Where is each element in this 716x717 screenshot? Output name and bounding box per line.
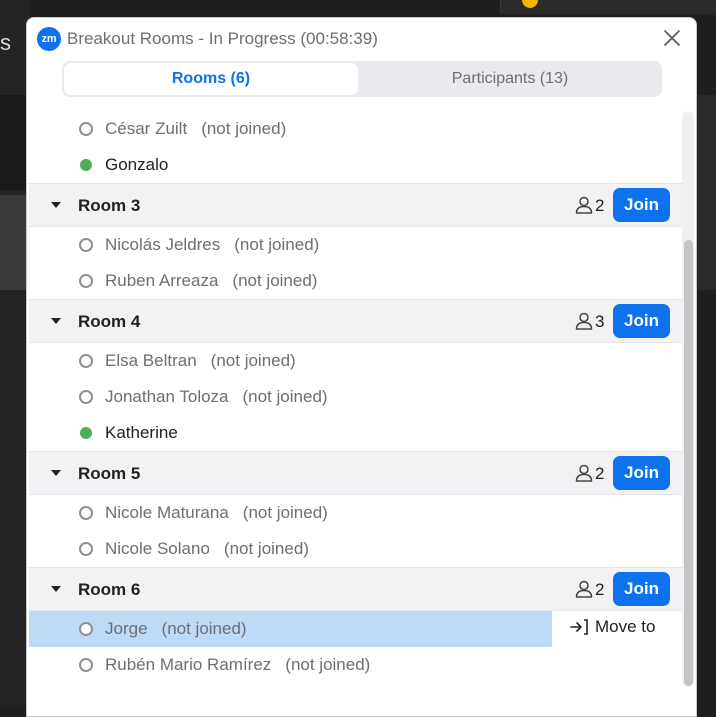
participant-name: Ruben Arreaza (not joined) [105, 271, 317, 291]
join-room-button[interactable]: Join [613, 456, 670, 490]
participant-name: Nicole Maturana (not joined) [105, 503, 328, 523]
participant-status: (not joined) [232, 271, 318, 290]
room-name: Room 3 [78, 196, 141, 215]
move-to-icon [570, 619, 588, 635]
participant-name: Rubén Mario Ramírez (not joined) [105, 655, 370, 675]
participant-name: Jorge (not joined) [105, 619, 247, 639]
close-icon[interactable] [662, 28, 682, 48]
room-header[interactable]: Room 3 2 Join [29, 183, 682, 227]
room-header[interactable]: Room 5 2 Join [29, 451, 682, 495]
participant-name-text: Jorge [105, 619, 148, 638]
participant-name-text: Jonathan Toloza [105, 387, 229, 406]
participant-row[interactable]: Jorge (not joined) [29, 611, 552, 647]
participant-name: Katherine [105, 423, 178, 443]
participant-name: Gonzalo [105, 155, 168, 175]
caret-down-icon[interactable] [51, 586, 61, 592]
room-name: Room 6 [78, 580, 141, 599]
tab-rooms[interactable]: Rooms (6) [64, 63, 358, 95]
participant-name-text: Nicole Maturana [105, 503, 229, 522]
room-header[interactable]: Room 4 3 Join [29, 299, 682, 343]
participant-name-text: Nicolás Jeldres [105, 235, 221, 254]
join-room-button[interactable]: Join [613, 572, 670, 606]
not-joined-status-dot-icon [79, 390, 93, 404]
participant-name: César Zuilt (not joined) [105, 119, 286, 139]
window-title: Breakout Rooms - In Progress (00:58:39) [67, 29, 378, 48]
participant-name-text: Gonzalo [105, 155, 169, 174]
not-joined-status-dot-icon [79, 354, 93, 368]
participant-name: Elsa Beltran (not joined) [105, 351, 296, 371]
participant-status: (not joined) [201, 119, 287, 138]
participant-row[interactable]: Rubén Mario Ramírez (not joined) [29, 647, 682, 683]
room-name: Room 5 [78, 464, 141, 483]
participant-name: Nicolás Jeldres (not joined) [105, 235, 319, 255]
room-participant-count: 2 [595, 196, 605, 215]
room-name: Room 4 [78, 312, 141, 331]
zoom-logo-icon: zm [37, 27, 61, 51]
not-joined-status-dot-icon [79, 238, 93, 252]
caret-down-icon[interactable] [51, 318, 61, 324]
background-text: s [0, 30, 11, 55]
not-joined-status-dot-icon [79, 274, 93, 288]
caret-down-icon[interactable] [51, 202, 61, 208]
tab-participants[interactable]: Participants (13) [360, 63, 660, 95]
caret-down-icon[interactable] [51, 470, 61, 476]
person-icon [574, 579, 594, 599]
room-participant-count: 3 [595, 312, 605, 331]
participant-row[interactable]: Jonathan Toloza (not joined) [29, 379, 682, 415]
participant-name: Jonathan Toloza (not joined) [105, 387, 328, 407]
participant-row[interactable]: César Zuilt (not joined) [29, 111, 682, 147]
move-to-button[interactable]: Move to [569, 617, 655, 637]
participant-row[interactable]: Ruben Arreaza (not joined) [29, 263, 682, 299]
move-to-label: Move to [595, 617, 656, 636]
participant-status: (not joined) [234, 235, 320, 254]
not-joined-status-dot-icon [79, 506, 93, 520]
room-participant-count: 2 [595, 464, 605, 483]
participant-status: (not joined) [210, 351, 296, 370]
participant-row[interactable]: Gonzalo [29, 147, 682, 183]
background-panel-right [698, 95, 716, 290]
participant-row[interactable]: Katherine [29, 415, 682, 451]
participant-name-text: Rubén Mario Ramírez [105, 655, 272, 674]
participant-name-text: Elsa Beltran [105, 351, 197, 370]
participant-row[interactable]: Nicolás Jeldres (not joined) [29, 227, 682, 263]
not-joined-status-dot-icon [79, 542, 93, 556]
breakout-rooms-dialog: zm Breakout Rooms - In Progress (00:58:3… [26, 17, 697, 717]
scrollbar-thumb[interactable] [684, 240, 693, 686]
tab-bar: Rooms (6) Participants (13) [62, 61, 662, 97]
join-room-button[interactable]: Join [613, 304, 670, 338]
participant-name: Nicole Solano (not joined) [105, 539, 309, 559]
participant-status: (not joined) [242, 503, 328, 522]
joined-status-dot-icon [80, 427, 92, 439]
participant-status: (not joined) [242, 387, 328, 406]
room-header[interactable]: Room 6 2 Join [29, 567, 682, 611]
participant-name-text: Ruben Arreaza [105, 271, 219, 290]
participant-status: (not joined) [223, 539, 309, 558]
joined-status-dot-icon [80, 159, 92, 171]
participant-row[interactable]: Nicole Maturana (not joined) [29, 495, 682, 531]
participant-status: (not joined) [161, 619, 247, 638]
participant-row[interactable]: Nicole Solano (not joined) [29, 531, 682, 567]
person-icon [574, 463, 594, 483]
participant-row[interactable]: Elsa Beltran (not joined) [29, 343, 682, 379]
participant-name-text: Nicole Solano [105, 539, 210, 558]
join-room-button[interactable]: Join [613, 188, 670, 222]
person-icon [574, 195, 594, 215]
participant-status: (not joined) [285, 655, 371, 674]
not-joined-status-dot-icon [79, 122, 93, 136]
not-joined-status-dot-icon [79, 658, 93, 672]
participant-name-text: Katherine [105, 423, 178, 442]
room-participant-count: 2 [595, 580, 605, 599]
room-list: César Zuilt (not joined) Gonzalo Room 3 2 Joi… [29, 111, 682, 716]
not-joined-status-dot-icon [79, 622, 93, 636]
participant-name-text: César Zuilt [105, 119, 188, 138]
title-bar: zm Breakout Rooms - In Progress (00:58:3… [27, 18, 696, 60]
person-icon [574, 311, 594, 331]
